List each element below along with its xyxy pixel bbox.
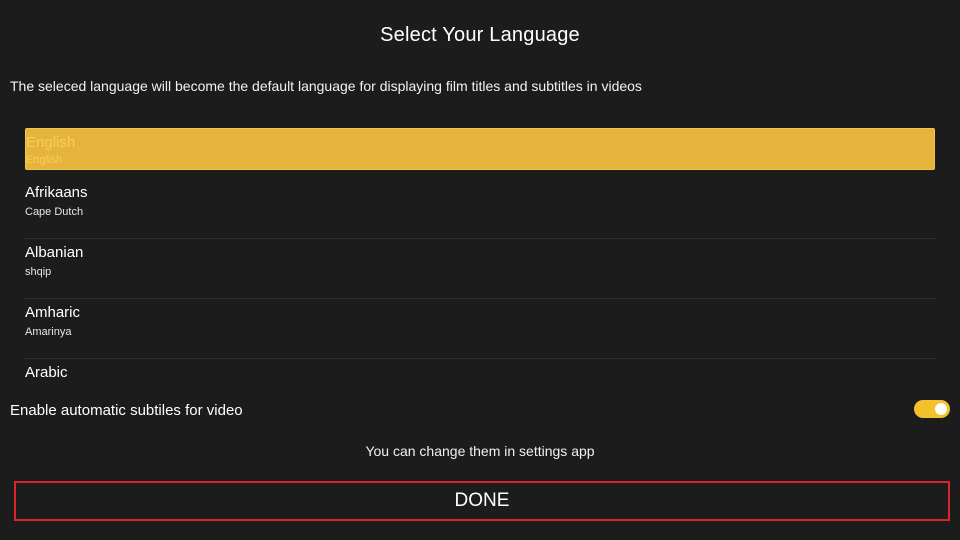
language-name: Arabic: [25, 364, 68, 381]
language-native-name: Amarinya: [25, 326, 72, 338]
language-selection-screen: Select Your Language The seleced languag…: [0, 0, 960, 540]
language-native-name: Cape Dutch: [25, 206, 84, 218]
language-list[interactable]: English English Afrikaans Cape Dutch Alb…: [25, 128, 935, 390]
settings-hint: You can change them in settings app: [365, 443, 595, 459]
language-native-name: English: [26, 154, 63, 166]
auto-subtitles-label: Enable automatic subtiles for video: [10, 402, 243, 419]
language-name: Albanian: [25, 244, 84, 261]
language-item-amharic[interactable]: Amharic Amarinya: [25, 299, 935, 359]
language-name: English: [26, 134, 76, 151]
toggle-knob: [935, 403, 947, 415]
language-native-name: shqip: [25, 266, 52, 278]
language-item-arabic[interactable]: Arabic: [25, 359, 935, 390]
page-description: The seleced language will become the def…: [10, 78, 642, 94]
language-name: Amharic: [25, 304, 81, 321]
auto-subtitles-row: Enable automatic subtiles for video: [10, 400, 950, 422]
language-name: Afrikaans: [25, 184, 88, 201]
language-item-albanian[interactable]: Albanian shqip: [25, 239, 935, 299]
auto-subtitles-toggle[interactable]: [914, 400, 950, 418]
language-item-english[interactable]: English English: [25, 128, 935, 170]
page-title: Select Your Language: [380, 24, 580, 46]
language-item-afrikaans[interactable]: Afrikaans Cape Dutch: [25, 179, 935, 239]
done-button[interactable]: DONE: [14, 481, 950, 521]
